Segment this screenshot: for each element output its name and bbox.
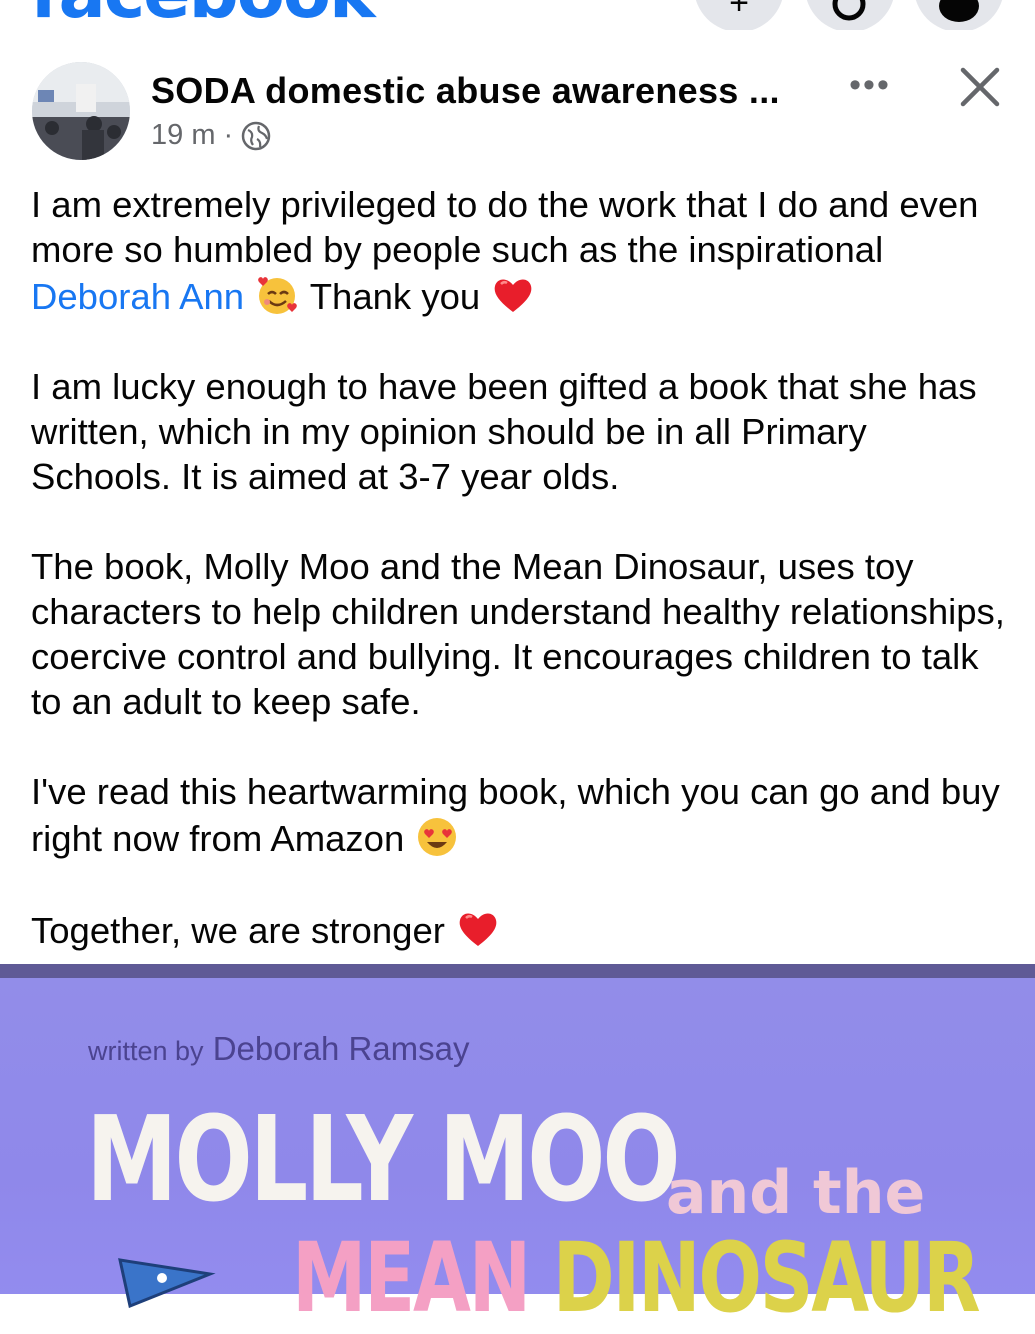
- book-author-line: written by Deborah Ramsay: [88, 1030, 470, 1067]
- smiling-face-with-hearts-icon: [258, 277, 298, 314]
- paragraph-3: The book, Molly Moo and the Mean Dinosau…: [31, 546, 1005, 722]
- search-icon[interactable]: [805, 0, 895, 30]
- facebook-logo[interactable]: facebook: [30, 0, 376, 30]
- paragraph-5: Together, we are stronger: [31, 906, 1011, 953]
- paragraph-4: I've read this heartwarming book, which …: [31, 771, 1000, 859]
- close-icon[interactable]: [955, 62, 1005, 112]
- heart-icon: [494, 279, 532, 312]
- paragraph-1: I am extremely privileged to do the work…: [31, 184, 979, 317]
- heart-eyes-icon: [418, 818, 457, 856]
- top-bar: facebook +: [0, 0, 1035, 30]
- paragraph-2: I am lucky enough to have been gifted a …: [31, 366, 977, 497]
- messenger-icon[interactable]: [914, 0, 1004, 30]
- dinosaur-flag-icon: [118, 1258, 216, 1308]
- heart-icon: [459, 913, 497, 946]
- page-name[interactable]: SODA domestic abuse awareness ...: [151, 70, 780, 112]
- book-title-line-2: MEAN DINOSAUR: [292, 1222, 981, 1334]
- post-time[interactable]: 19 m: [151, 119, 215, 152]
- meta-separator: ·: [223, 119, 234, 151]
- post-body: I am extremely privileged to do the work…: [31, 182, 1011, 998]
- book-title-line-1: MOLLY MOO: [86, 1090, 681, 1228]
- page-avatar[interactable]: [32, 62, 130, 160]
- more-options-button[interactable]: •••: [845, 62, 895, 112]
- add-icon[interactable]: +: [694, 0, 784, 30]
- book-title-and-the: and the: [666, 1158, 926, 1228]
- post-meta: 19 m ·: [151, 119, 271, 152]
- globe-icon: [241, 121, 271, 150]
- mention-link[interactable]: Deborah Ann: [31, 276, 244, 317]
